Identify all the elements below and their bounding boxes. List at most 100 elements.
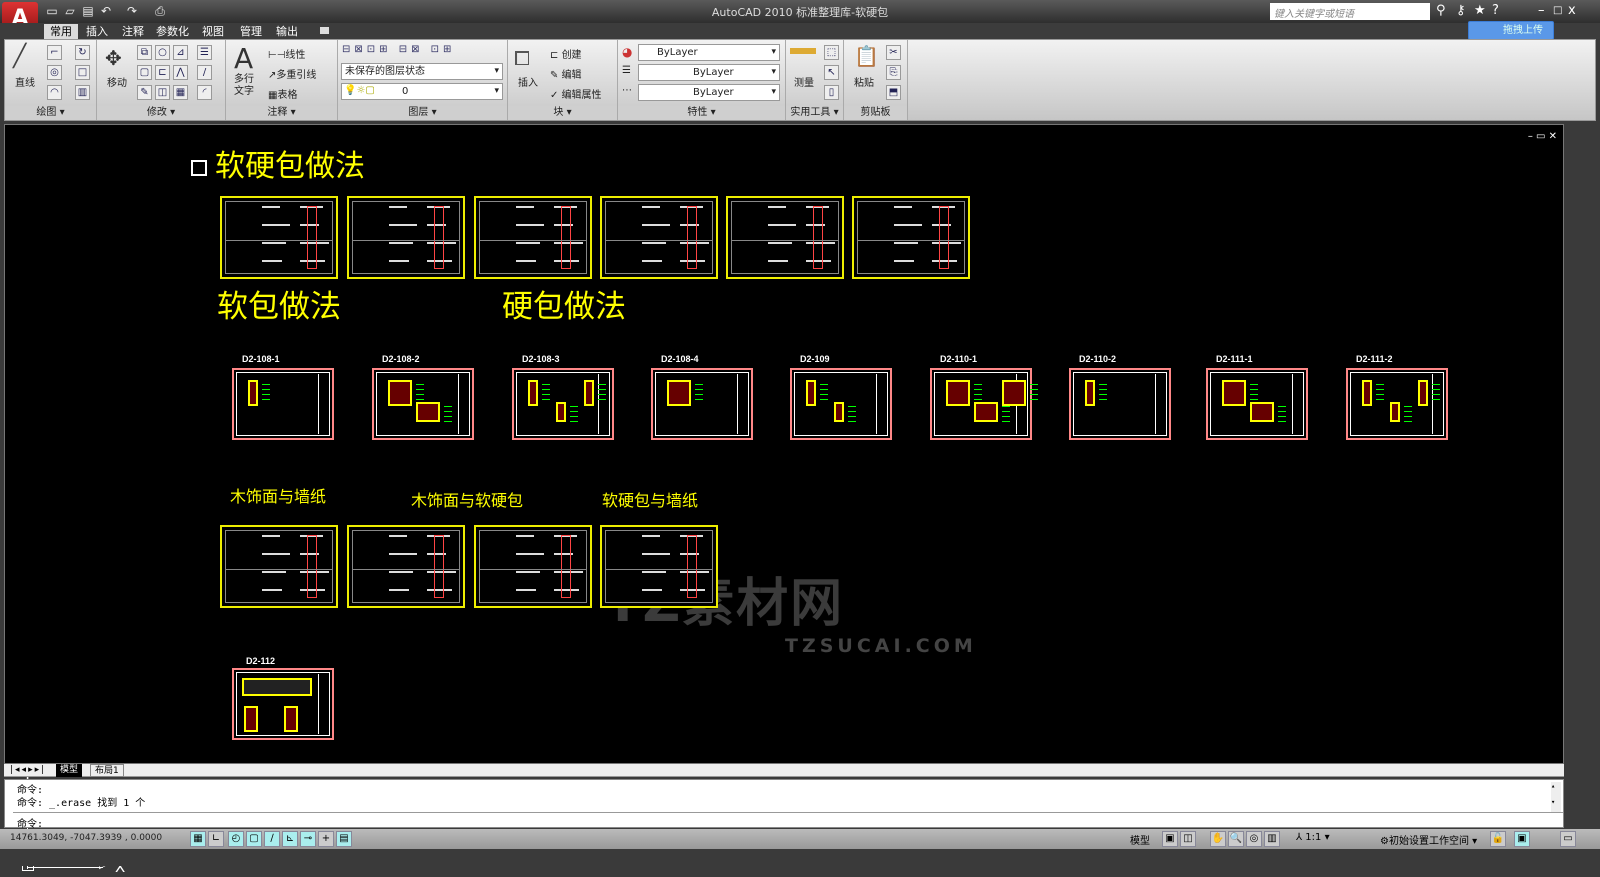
copy-icon[interactable]: ⧉	[137, 45, 152, 60]
circle-icon[interactable]: ◎	[47, 65, 62, 80]
copy-icon[interactable]: ⎘	[886, 65, 901, 80]
tab-layout1[interactable]: 布局1	[90, 764, 124, 777]
select-icon[interactable]: ↖	[824, 65, 839, 80]
mirror-icon[interactable]: ⋀	[173, 65, 188, 80]
scale-icon[interactable]: ⊏	[155, 65, 170, 80]
minimize-ribbon-icon[interactable]	[320, 27, 329, 34]
qp-icon[interactable]: ▤	[336, 831, 352, 847]
rectangle-icon[interactable]: □	[75, 65, 90, 80]
hardware-acceleration-icon[interactable]: ▣	[1514, 831, 1530, 847]
tab-output[interactable]: 输出	[270, 24, 304, 39]
drawing-sheet-thumbnail[interactable]	[852, 196, 970, 279]
fillet-icon[interactable]: /	[197, 65, 212, 80]
lock-icon[interactable]: 🔓	[1490, 831, 1506, 847]
tab-annotate[interactable]: 注释	[116, 24, 150, 39]
workspace-switcher[interactable]: ⚙初始设置工作空间 ▾	[1380, 832, 1477, 847]
trim-icon[interactable]: ⊿	[173, 45, 188, 60]
drawing-sheet-thumbnail[interactable]	[232, 668, 334, 740]
drawing-sheet-thumbnail[interactable]	[220, 525, 338, 608]
upload-button[interactable]: 拖拽上传	[1468, 21, 1554, 40]
drawing-sheet-thumbnail[interactable]	[347, 525, 465, 608]
osnap-icon[interactable]: ▢	[246, 831, 262, 847]
measure-button[interactable]: 测量	[794, 74, 814, 89]
edit-attributes-button[interactable]: ✓ 编辑属性	[550, 86, 602, 101]
drawing-sheet-thumbnail[interactable]	[347, 196, 465, 279]
erase-icon[interactable]: ✎	[137, 85, 152, 100]
stretch-icon[interactable]: ▢	[137, 65, 152, 80]
polar-icon[interactable]: ◴	[228, 831, 244, 847]
panel-label[interactable]: 剪贴板	[844, 106, 907, 120]
dyn-icon[interactable]: ⊸	[300, 831, 316, 847]
line-button[interactable]: 直线	[15, 74, 35, 89]
panel-label[interactable]: 实用工具 ▾	[786, 106, 843, 120]
color-dropdown[interactable]: ByLayer	[638, 44, 780, 61]
offset-icon[interactable]: ◫	[155, 85, 170, 100]
tab-insert[interactable]: 插入	[80, 24, 114, 39]
new-icon[interactable]: ▭	[44, 4, 60, 18]
panel-label[interactable]: 绘图 ▾	[5, 106, 96, 120]
hatch-icon[interactable]: ▥	[75, 85, 90, 100]
panel-label[interactable]: 块 ▾	[508, 106, 617, 120]
star-icon[interactable]: ★	[1474, 3, 1486, 18]
insert-block-icon[interactable]: ⧠	[514, 46, 530, 70]
chamfer-icon[interactable]: ◜	[197, 85, 212, 100]
explode-icon[interactable]: ☰	[197, 45, 212, 60]
layout-icon[interactable]: ▣	[1162, 831, 1178, 847]
paste-button[interactable]: 粘贴	[854, 74, 874, 89]
drawing-sheet-thumbnail[interactable]	[651, 368, 753, 440]
tab-model[interactable]: 模型	[56, 764, 83, 777]
layer-state-dropdown[interactable]: 未保存的图层状态	[341, 63, 503, 80]
panel-label[interactable]: 特性 ▾	[618, 106, 785, 120]
line-icon[interactable]: ╱	[13, 44, 26, 69]
drawing-sheet-thumbnail[interactable]	[220, 196, 338, 279]
edit-block-button[interactable]: ✎ 编辑	[550, 66, 582, 81]
drawing-sheet-thumbnail[interactable]	[600, 196, 718, 279]
clean-screen-icon[interactable]: ▭	[1560, 831, 1576, 847]
ducs-icon[interactable]: ⊾	[282, 831, 298, 847]
drawing-sheet-thumbnail[interactable]	[790, 368, 892, 440]
lineweight-toggle-icon[interactable]: +	[318, 831, 334, 847]
save-icon[interactable]: ▤	[80, 4, 96, 18]
polyline-icon[interactable]: ⌐	[47, 45, 62, 60]
minimize-icon[interactable]: –	[1538, 3, 1545, 18]
tab-home[interactable]: 常用	[44, 24, 78, 39]
insert-button[interactable]: 插入	[518, 74, 538, 89]
undo-icon[interactable]: ↶	[98, 4, 114, 18]
drawing-sheet-thumbnail[interactable]	[474, 525, 592, 608]
rotate-icon[interactable]: ↻	[75, 45, 90, 60]
command-scrollbar[interactable]: ▴ ▾	[1551, 782, 1561, 812]
measure-icon[interactable]	[790, 48, 816, 54]
key-icon[interactable]: ⚷	[1456, 3, 1466, 18]
drawing-sheet-thumbnail[interactable]	[1206, 368, 1308, 440]
drawing-sheet-thumbnail[interactable]	[600, 525, 718, 608]
linear-dimension-button[interactable]: ⊢⊣线性	[268, 46, 305, 61]
tab-navigation-icons[interactable]: |◂◂▸▸|	[6, 764, 50, 777]
match-properties-icon[interactable]: ⬒	[886, 85, 901, 100]
drawing-sheet-thumbnail[interactable]	[726, 196, 844, 279]
showmotion-icon[interactable]: ▥	[1264, 831, 1280, 847]
annotation-scale[interactable]: ⅄ 1:1 ▾	[1296, 832, 1330, 843]
close-icon[interactable]: x	[1568, 3, 1576, 18]
drawing-canvas[interactable]: – ▭ ✕ 软硬包做法 软包做法 硬包做法 木饰面与墙纸 木饰面与软硬包 软硬包…	[4, 124, 1564, 876]
redo-icon[interactable]: ↷	[124, 4, 140, 18]
linetype-dropdown[interactable]: ByLayer	[638, 64, 780, 81]
steering-wheel-icon[interactable]: ◎	[1246, 831, 1262, 847]
panel-label[interactable]: 注释 ▾	[226, 106, 337, 120]
drawing-sheet-thumbnail[interactable]	[1069, 368, 1171, 440]
ortho-icon[interactable]: ∟	[208, 831, 224, 847]
tab-parametric[interactable]: 参数化	[150, 24, 195, 39]
plot-icon[interactable]: ⎙	[152, 4, 168, 18]
rotate-icon[interactable]: ○	[155, 45, 170, 60]
grid-icon[interactable]: ▦	[190, 831, 206, 847]
move-button[interactable]: 移动	[107, 74, 127, 89]
panel-label[interactable]: 修改 ▾	[97, 106, 225, 120]
command-input[interactable]: 命令:	[17, 815, 1497, 830]
drawing-sheet-thumbnail[interactable]	[1346, 368, 1448, 440]
quick-select-icon[interactable]: ⬚	[824, 45, 839, 60]
search-input[interactable]: 键入关键字或短语	[1270, 3, 1430, 20]
panel-label[interactable]: 图层 ▾	[338, 106, 507, 120]
arc-icon[interactable]: ◠	[47, 85, 62, 100]
drawing-sheet-thumbnail[interactable]	[930, 368, 1038, 440]
otrack-icon[interactable]: ∕	[264, 831, 280, 847]
paste-icon[interactable]: 📋	[854, 44, 879, 68]
